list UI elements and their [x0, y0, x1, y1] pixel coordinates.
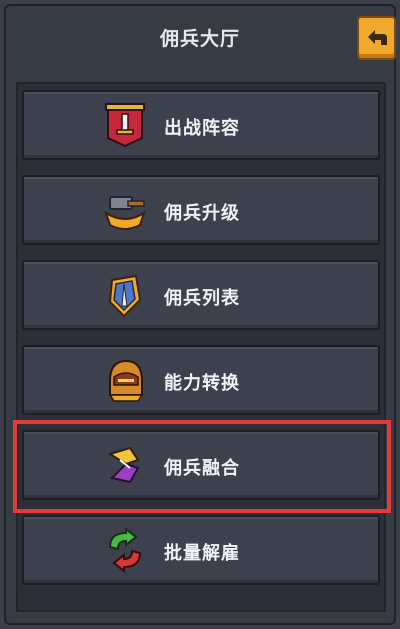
- helmet-icon: [108, 359, 144, 402]
- fusion-label: 佣兵融合: [164, 458, 240, 479]
- lineup-label: 出战阵容: [164, 118, 240, 139]
- recycle-arrows-icon: [108, 526, 142, 574]
- fusion-button[interactable]: 佣兵融合: [22, 430, 380, 500]
- lineup-button[interactable]: 出战阵容: [22, 90, 380, 160]
- back-arrow-icon: [368, 30, 387, 45]
- ability-convert-label: 能力转换: [164, 373, 240, 394]
- mercenary-hall-panel: 佣兵大厅 出战阵容 佣兵升级 佣兵列表 能力转换 佣兵融合 批量解雇: [0, 0, 400, 629]
- banner-sword-icon: [105, 103, 145, 148]
- fusion-icon: [107, 446, 140, 484]
- batch-dismiss-button[interactable]: 批量解雇: [22, 515, 380, 585]
- upgrade-button[interactable]: 佣兵升级: [22, 175, 380, 245]
- back-button[interactable]: [357, 16, 396, 60]
- ability-convert-button[interactable]: 能力转换: [22, 345, 380, 415]
- list-button[interactable]: 佣兵列表: [22, 260, 380, 330]
- upgrade-label: 佣兵升级: [164, 203, 240, 224]
- page-title: 佣兵大厅: [159, 28, 240, 50]
- shield-sword-icon: [108, 274, 142, 318]
- hammer-anvil-icon: [104, 196, 146, 230]
- batch-dismiss-label: 批量解雇: [164, 543, 240, 564]
- list-label: 佣兵列表: [164, 288, 240, 309]
